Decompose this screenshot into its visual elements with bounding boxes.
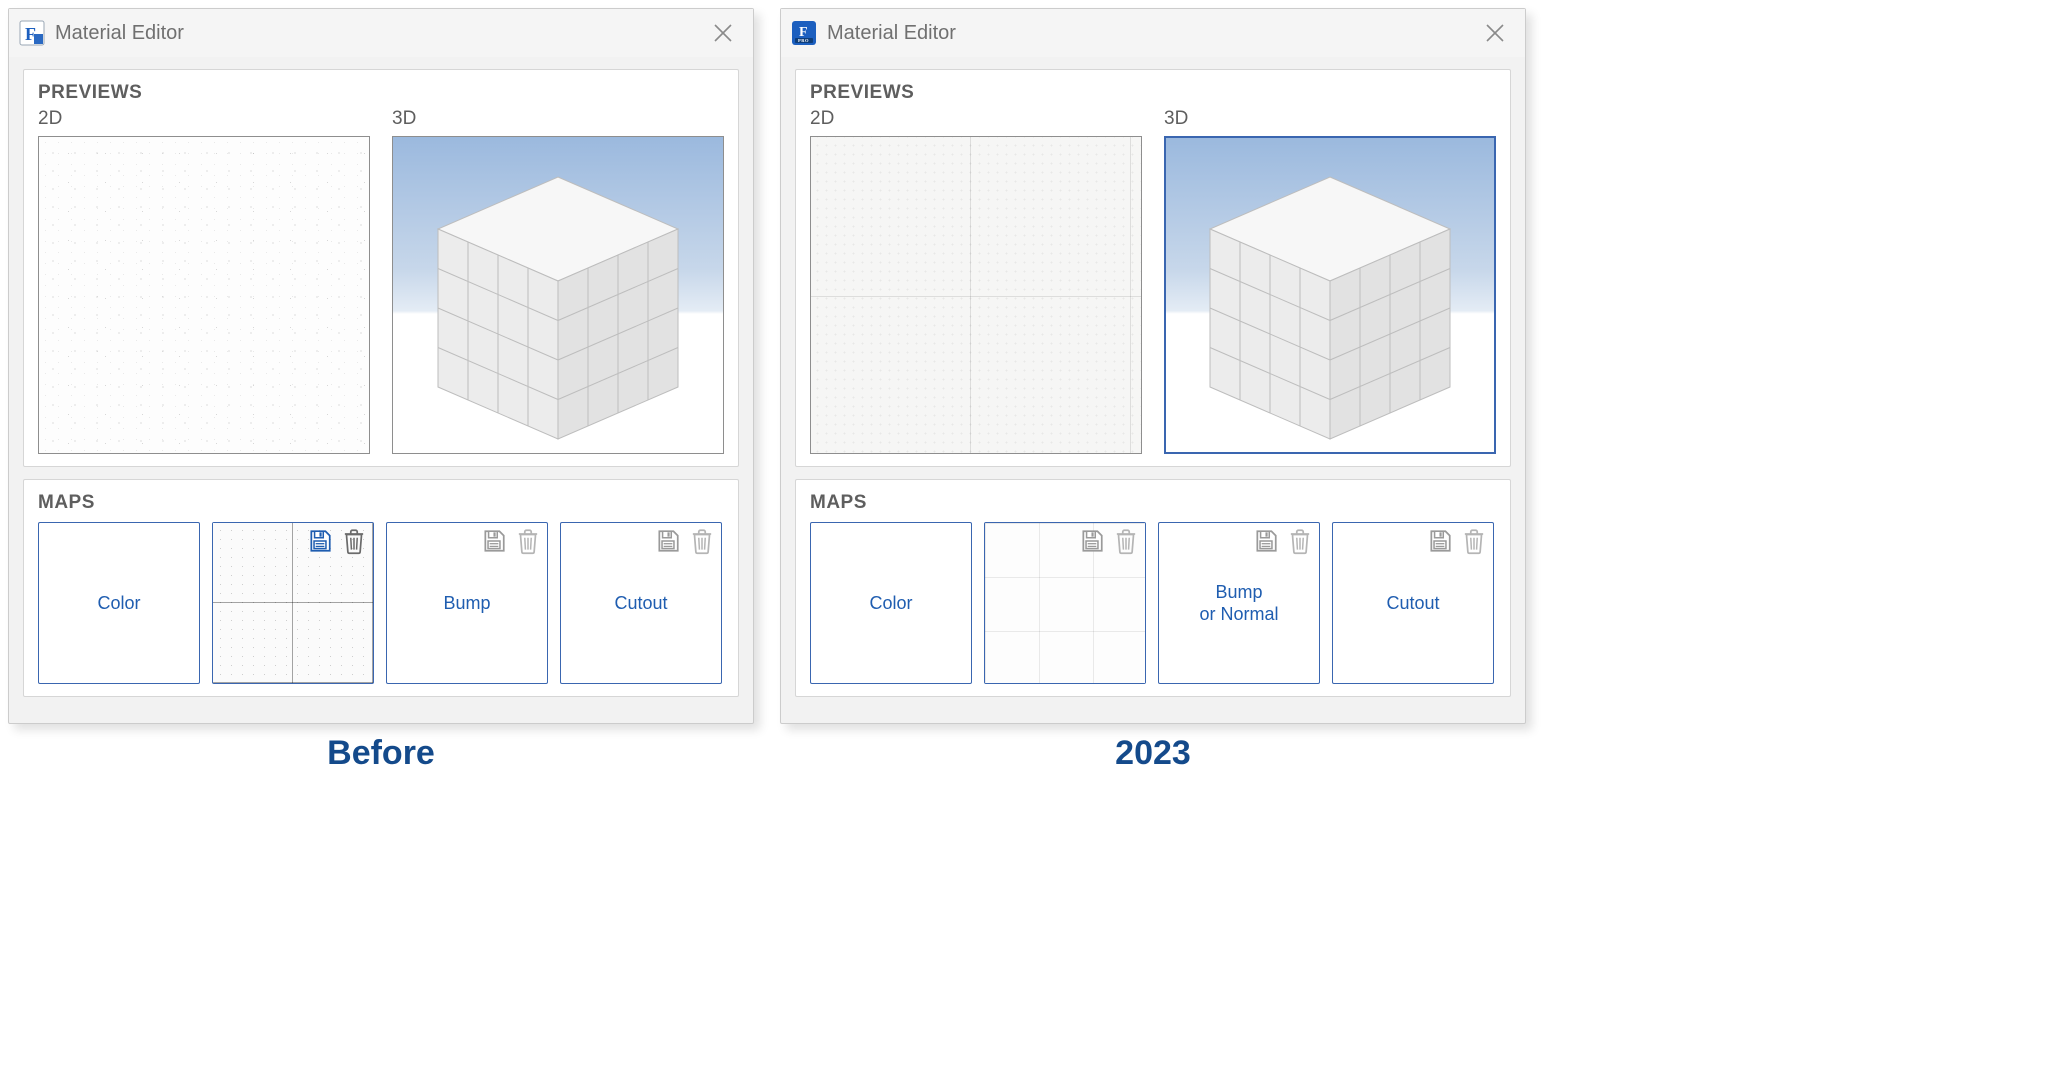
preview-3d-viewport <box>393 137 723 453</box>
map-slot-label: Cutout <box>1378 592 1447 615</box>
preview-3d-viewport <box>1166 138 1494 452</box>
save-icon <box>481 528 507 559</box>
map-slot-0[interactable]: Color <box>810 522 972 684</box>
save-icon <box>1427 528 1453 559</box>
maps-panel: MAPS Color Bumpor Normal <box>795 479 1511 697</box>
map-slot-label: Color <box>89 592 148 615</box>
trash-icon <box>515 527 541 560</box>
maps-heading: MAPS <box>38 492 724 514</box>
preview-2d[interactable] <box>810 136 1142 454</box>
previews-panel: PREVIEWS 2D 3D <box>795 69 1511 467</box>
trash-icon <box>689 527 715 560</box>
texture-2d-preview <box>39 137 369 453</box>
app-icon: F PRO <box>791 20 817 46</box>
map-slot-label: Cutout <box>606 592 675 615</box>
preview-2d[interactable] <box>38 136 370 454</box>
texture-2d-preview <box>811 137 1141 453</box>
save-icon <box>1079 528 1105 559</box>
map-slot-label: Color <box>861 592 920 615</box>
maps-heading: MAPS <box>810 492 1496 514</box>
close-icon[interactable] <box>703 13 743 53</box>
preview-3d-label: 3D <box>1164 108 1496 130</box>
close-icon[interactable] <box>1475 13 1515 53</box>
map-slot-0[interactable]: Color <box>38 522 200 684</box>
comparison-caption: Before <box>8 734 754 773</box>
preview-2d-label: 2D <box>810 108 1142 130</box>
app-icon: F <box>19 20 45 46</box>
map-slot-3[interactable]: Cutout <box>1332 522 1494 684</box>
comparison-caption: 2023 <box>780 734 1526 773</box>
preview-3d[interactable] <box>1164 136 1496 454</box>
maps-panel: MAPS Color Bump <box>23 479 739 697</box>
map-slot-1[interactable] <box>984 522 1146 684</box>
previews-panel: PREVIEWS 2D 3D <box>23 69 739 467</box>
material-editor-dialog-after: F PRO Material Editor PREVIEWS 2D <box>780 8 1526 724</box>
window-title: Material Editor <box>827 22 1475 45</box>
material-editor-dialog-before: F Material Editor PREVIEWS 2D <box>8 8 754 724</box>
svg-text:PRO: PRO <box>798 38 809 43</box>
previews-heading: PREVIEWS <box>38 82 724 104</box>
trash-icon[interactable] <box>341 527 367 560</box>
map-slot-2[interactable]: Bump <box>386 522 548 684</box>
map-slot-label: Bump <box>435 592 498 615</box>
map-slot-1[interactable] <box>212 522 374 684</box>
trash-icon <box>1287 527 1313 560</box>
save-icon[interactable] <box>307 528 333 559</box>
map-slot-label: Bumpor Normal <box>1191 581 1286 626</box>
window-title: Material Editor <box>55 22 703 45</box>
trash-icon <box>1113 527 1139 560</box>
save-icon <box>655 528 681 559</box>
titlebar: F PRO Material Editor <box>781 9 1525 57</box>
save-icon <box>1253 528 1279 559</box>
previews-heading: PREVIEWS <box>810 82 1496 104</box>
trash-icon <box>1461 527 1487 560</box>
map-slot-2[interactable]: Bumpor Normal <box>1158 522 1320 684</box>
preview-3d[interactable] <box>392 136 724 454</box>
map-slot-3[interactable]: Cutout <box>560 522 722 684</box>
titlebar: F Material Editor <box>9 9 753 57</box>
preview-2d-label: 2D <box>38 108 370 130</box>
preview-3d-label: 3D <box>392 108 724 130</box>
